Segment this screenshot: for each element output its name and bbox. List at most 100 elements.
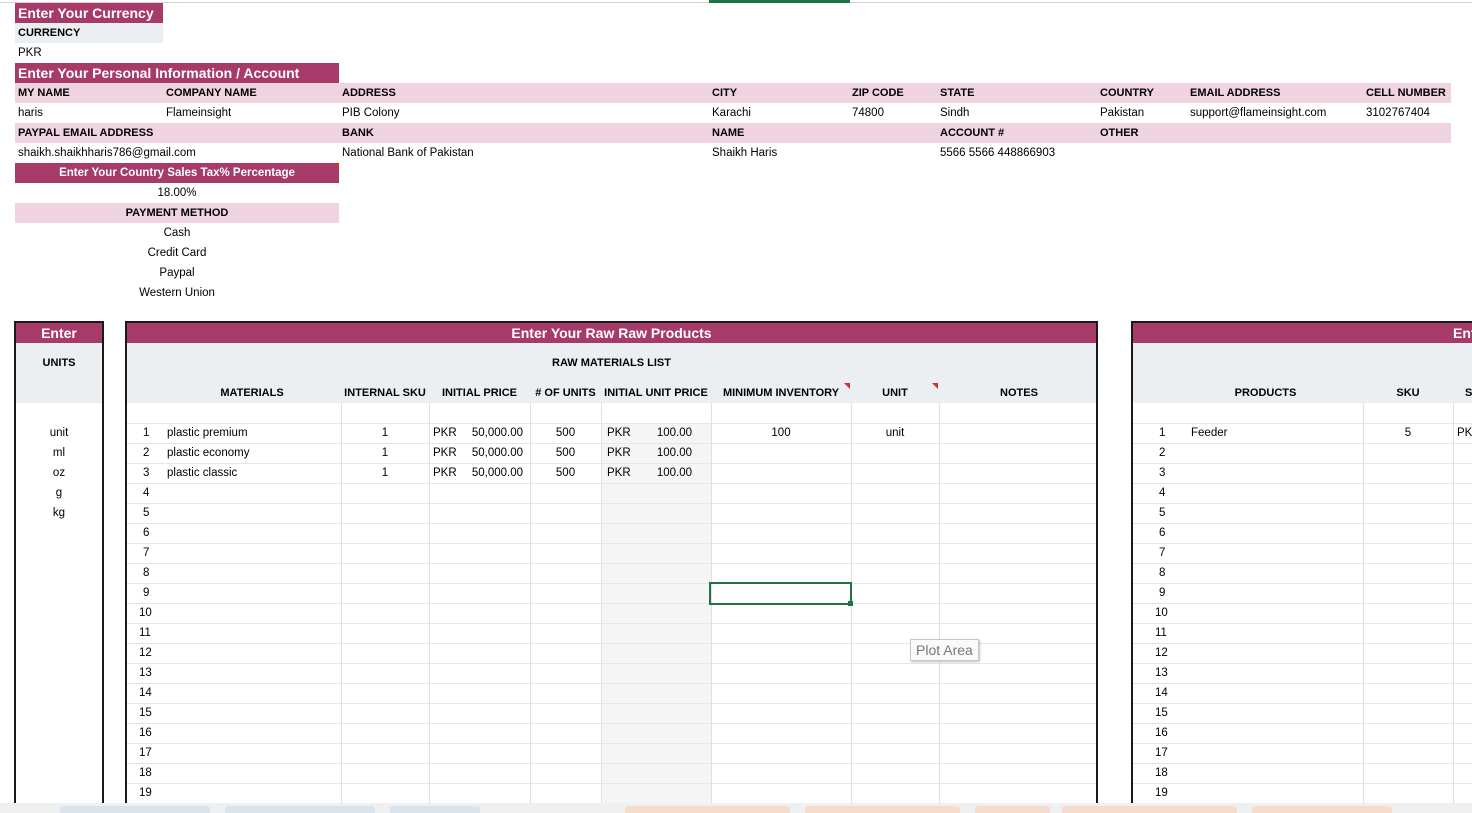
payment-method-western-union[interactable]: Western Union: [15, 283, 339, 303]
sheet-tab[interactable]: [1062, 806, 1237, 813]
row-number: 3: [143, 467, 150, 479]
row-number: 10: [139, 607, 152, 619]
grid-line: [127, 743, 1096, 744]
unit-item[interactable]: ml: [16, 443, 102, 463]
tax-percentage-value[interactable]: 18.00%: [15, 183, 339, 203]
row-number: 13: [1155, 667, 1168, 679]
value-account-name[interactable]: Shaikh Haris: [712, 143, 777, 163]
payment-method-credit-card[interactable]: Credit Card: [15, 243, 339, 263]
value-state[interactable]: Sindh: [940, 103, 969, 123]
label-bank: BANK: [342, 127, 374, 139]
comment-indicator: [844, 383, 850, 389]
material-name[interactable]: plastic classic: [167, 463, 237, 483]
label-address: ADDRESS: [342, 87, 396, 99]
material-name[interactable]: plastic premium: [167, 423, 248, 443]
value-bank[interactable]: National Bank of Pakistan: [342, 143, 474, 163]
sheet-tab[interactable]: [1252, 806, 1392, 813]
product-name[interactable]: Feeder: [1191, 423, 1227, 443]
grid-line: [127, 723, 1096, 724]
grid-line: [1133, 663, 1472, 664]
fill-handle[interactable]: [848, 601, 853, 606]
row-number: 18: [1155, 767, 1168, 779]
sheet-tab[interactable]: [625, 806, 790, 813]
col-minimum-inventory: MINIMUM INVENTORY: [722, 387, 840, 399]
unit-item[interactable]: kg: [16, 503, 102, 523]
row-number: 6: [1159, 527, 1166, 539]
col-unit: UNIT: [882, 387, 908, 399]
sheet-tab[interactable]: [975, 806, 1050, 813]
initial-price[interactable]: 50,000.00: [467, 463, 523, 483]
row-number: 7: [1159, 547, 1166, 559]
row-number: 17: [139, 747, 152, 759]
row-number: 7: [143, 547, 150, 559]
value-zip-code[interactable]: 74800: [852, 103, 884, 123]
material-name[interactable]: plastic economy: [167, 443, 249, 463]
initial-price[interactable]: 50,000.00: [467, 423, 523, 443]
value-cell-number[interactable]: 3102767404: [1366, 103, 1430, 123]
row-number: 14: [139, 687, 152, 699]
label-account-number: ACCOUNT #: [940, 127, 1005, 139]
row-number: 10: [1155, 607, 1168, 619]
currency-value-cell[interactable]: PKR: [15, 43, 163, 63]
sheet-tab[interactable]: [805, 806, 960, 813]
unit-price-currency: PKR: [607, 447, 631, 459]
num-units[interactable]: 500: [530, 463, 601, 483]
num-units[interactable]: 500: [530, 423, 601, 443]
value-country[interactable]: Pakistan: [1100, 103, 1144, 123]
unit-item[interactable]: g: [16, 483, 102, 503]
sheet-tab[interactable]: [390, 806, 480, 813]
value-email-address[interactable]: support@flameinsight.com: [1190, 103, 1326, 123]
grid-line: [127, 543, 1096, 544]
sheet-tab[interactable]: [225, 806, 375, 813]
grid-line: [127, 523, 1096, 524]
payment-method-paypal[interactable]: Paypal: [15, 263, 339, 283]
unit-item[interactable]: unit: [16, 423, 102, 443]
row-number: 5: [143, 507, 150, 519]
grid-line: [127, 503, 1096, 504]
material-sku[interactable]: 1: [341, 463, 429, 483]
value-address[interactable]: PIB Colony: [342, 103, 400, 123]
grid-line: [127, 783, 1096, 784]
col-initial-unit-price: INITIAL UNIT PRICE: [604, 387, 708, 399]
value-account-number[interactable]: 5566 5566 448866903: [940, 143, 1055, 163]
material-sku[interactable]: 1: [341, 423, 429, 443]
label-city: CITY: [712, 87, 738, 99]
value-paypal-email[interactable]: shaikh.shaikhharis786@gmail.com: [18, 143, 196, 163]
value-my-name[interactable]: haris: [18, 103, 43, 123]
payment-method-cash[interactable]: Cash: [15, 223, 339, 243]
row-number: 19: [139, 787, 152, 799]
grid-line: [127, 563, 1096, 564]
minimum-inventory[interactable]: 100: [711, 423, 851, 443]
units-table: Enter UNITS unit ml oz g kg: [14, 321, 104, 813]
row-number: 1: [143, 427, 150, 439]
row-number: 16: [139, 727, 152, 739]
product-sku[interactable]: 5: [1363, 423, 1453, 443]
unit-price-currency: PKR: [607, 467, 631, 479]
label-country: COUNTRY: [1100, 87, 1154, 99]
value-company-name[interactable]: Flameinsight: [166, 103, 231, 123]
selected-column-indicator: [709, 0, 850, 3]
num-units[interactable]: 500: [530, 443, 601, 463]
row-number: 9: [143, 587, 150, 599]
personal-section-title: Enter Your Personal Information / Accoun…: [15, 63, 339, 83]
unit-item[interactable]: oz: [16, 463, 102, 483]
material-unit[interactable]: unit: [851, 423, 939, 443]
material-sku[interactable]: 1: [341, 443, 429, 463]
sheet-tab[interactable]: [60, 806, 210, 813]
grid-line: [1133, 463, 1472, 464]
grid-line: [127, 703, 1096, 704]
value-city[interactable]: Karachi: [712, 103, 751, 123]
row-number: 19: [1155, 787, 1168, 799]
initial-price[interactable]: 50,000.00: [467, 443, 523, 463]
grid-line: [1133, 723, 1472, 724]
grid-line: [1133, 683, 1472, 684]
row-number: 2: [143, 447, 150, 459]
label-company-name: COMPANY NAME: [166, 87, 257, 99]
selected-cell[interactable]: [709, 582, 852, 605]
label-state: STATE: [940, 87, 975, 99]
initial-unit-price: 100.00: [656, 427, 692, 439]
row-number: 15: [1155, 707, 1168, 719]
grid-line: [127, 603, 1096, 604]
grid-line: [127, 763, 1096, 764]
row-number: 9: [1159, 587, 1166, 599]
